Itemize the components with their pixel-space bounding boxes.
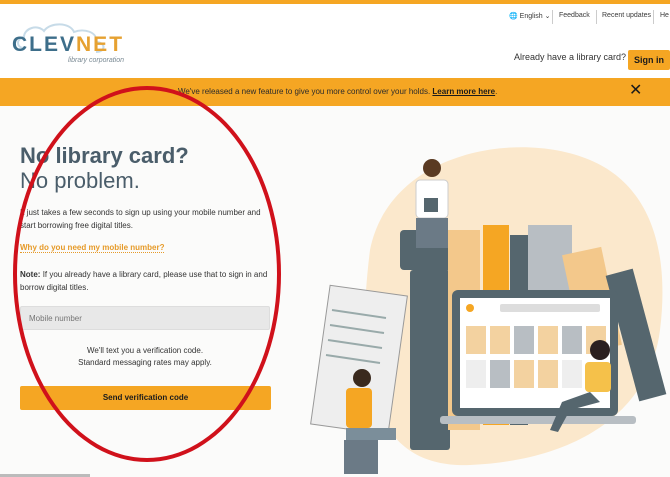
tablet-device [424, 198, 438, 212]
title-tile [466, 360, 486, 388]
util-divider [552, 10, 553, 24]
title-tile [490, 360, 510, 388]
learn-more-link[interactable]: Learn more here [432, 87, 495, 96]
help-link[interactable]: He [660, 12, 669, 19]
chevron-down-icon: ⌄ [544, 13, 551, 20]
site-header: CLEVNET library corporation 🌐 English ⌄ … [0, 4, 670, 78]
person-legs [416, 218, 448, 248]
search-bar [500, 304, 600, 312]
language-label: English [519, 13, 543, 20]
person-shirt [346, 388, 372, 428]
banner-period: . [495, 87, 498, 96]
person-shirt [585, 362, 611, 392]
util-divider [653, 10, 654, 24]
close-icon[interactable]: ✕ [629, 83, 642, 99]
sign-in-button[interactable]: Sign in [628, 50, 670, 70]
recent-updates-link[interactable]: Recent updates [602, 12, 651, 19]
person-head [353, 369, 371, 387]
feedback-link[interactable]: Feedback [559, 12, 590, 19]
person-legs [346, 428, 396, 440]
banner-text: We've released a new feature to give you… [178, 87, 431, 96]
title-tile [562, 360, 582, 388]
title-tile [538, 326, 558, 354]
person-head [423, 159, 441, 177]
library-illustration [310, 147, 667, 474]
title-tile [466, 326, 486, 354]
globe-icon: 🌐 [509, 13, 518, 20]
person-head [590, 340, 610, 360]
app-logo-dot [466, 304, 474, 312]
logo-subtitle: library corporation [68, 57, 125, 64]
title-tile [514, 360, 534, 388]
annotation-circle [13, 86, 281, 462]
title-tile [562, 326, 582, 354]
util-divider [596, 10, 597, 24]
already-have-card-text: Already have a library card? [514, 52, 627, 62]
laptop-base [440, 416, 636, 424]
title-tile [538, 360, 558, 388]
clevnet-logo[interactable]: CLEVNET library corporation [10, 18, 130, 68]
logo-wordmark-main: CLEV [12, 33, 77, 56]
logo-wordmark-accent: NET [76, 33, 125, 56]
logo-wordmark: CLEVNET [12, 33, 124, 57]
title-tile [514, 326, 534, 354]
language-selector[interactable]: 🌐 English ⌄ [509, 12, 550, 20]
banner-message: We've released a new feature to give you… [178, 87, 497, 96]
stool [344, 440, 378, 474]
title-tile [490, 326, 510, 354]
